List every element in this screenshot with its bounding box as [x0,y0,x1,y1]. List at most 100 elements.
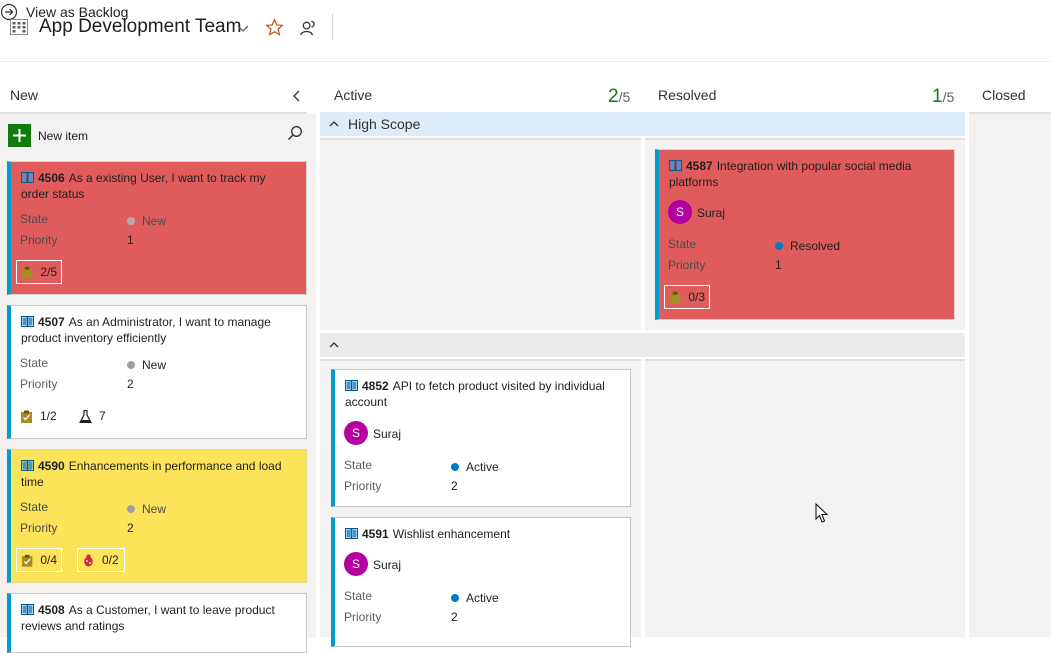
column-header-closed: Closed [969,62,1051,114]
work-item-card-4506[interactable]: 4506 As a existing User, I want to track … [7,161,307,295]
work-item-card-4507[interactable]: 4507 As an Administrator, I want to manag… [7,305,307,439]
card-title[interactable]: 4852 API to fetch product visited by indi… [345,378,620,410]
card-title[interactable]: 4507 As an Administrator, I want to manag… [21,314,296,346]
card-title[interactable]: 4591 Wishlist enhancement [345,526,620,542]
column-title-new: New [10,87,39,103]
search-icon[interactable] [287,125,303,141]
swimlane-header-default[interactable] [320,333,965,357]
work-item-card-4590[interactable]: 4590 Enhancements in performance and load… [7,449,307,583]
column-wip-count-active: 2/5 [608,86,630,108]
card-title[interactable]: 4506 As a existing User, I want to track … [21,170,296,202]
chevron-up-icon[interactable] [328,339,340,351]
state-value[interactable]: New [127,502,166,516]
bugs-count: 0/2 [102,553,119,567]
header-divider [332,14,333,40]
user-story-icon [21,316,34,327]
avatar[interactable]: S [668,200,692,224]
bugs-badge[interactable]: 0/2 [77,548,125,572]
user-story-icon [345,528,358,539]
collapse-column-icon[interactable] [290,89,304,103]
board-header: App Development Team View as Backlog [0,0,1051,62]
work-item-title: Wishlist enhancement [392,527,511,541]
cell-active-high-scope [320,138,641,330]
state-label: State [668,237,697,251]
task-checklist-icon [21,410,32,423]
state-value[interactable]: Active [451,460,499,474]
state-label: State [20,500,49,514]
cell-resolved-default [645,359,965,637]
state-text: New [142,502,167,516]
new-item-button[interactable]: New item [8,123,95,148]
priority-label: Priority [344,479,382,493]
avatar[interactable]: S [344,421,368,445]
chevron-down-icon[interactable] [236,21,250,35]
priority-label: Priority [20,521,58,535]
priority-label: Priority [20,377,58,391]
work-item-card-4508[interactable]: 4508 As a Customer, I want to leave produ… [7,593,307,653]
swimlane-title: High Scope [348,116,421,132]
state-value[interactable]: Resolved [775,239,840,253]
work-item-card-4587[interactable]: 4587 Integration with popular social medi… [655,149,955,320]
work-item-id: 4507 [38,315,65,329]
priority-label: Priority [344,610,382,624]
tasks-badge[interactable]: 0/3 [664,285,710,309]
tasks-count: 2/5 [40,265,57,279]
priority-value[interactable]: 2 [127,377,134,391]
card-title[interactable]: 4590 Enhancements in performance and load… [21,458,296,490]
tasks-badge[interactable]: 2/5 [16,260,62,284]
state-label: State [344,589,373,603]
mouse-cursor-icon [815,503,829,523]
card-title[interactable]: 4508 As a Customer, I want to leave produ… [21,602,296,634]
assignee-name[interactable]: Suraj [373,427,401,441]
assignee-name[interactable]: Suraj [697,206,725,220]
tasks-count: 0/3 [688,290,705,304]
state-dot [451,463,459,471]
state-dot [127,217,135,225]
column-closed-body [969,114,1051,637]
state-value[interactable]: New [127,358,166,372]
team-title[interactable]: App Development Team [39,16,241,38]
priority-label: Priority [20,233,58,247]
avatar[interactable]: S [344,552,368,576]
state-dot [451,594,459,602]
tasks-badge[interactable]: 1/2 [16,404,61,428]
team-members-icon[interactable] [299,18,318,37]
priority-value[interactable]: 2 [127,521,134,535]
priority-value[interactable]: 1 [127,233,134,247]
favorite-star-icon[interactable] [265,18,284,37]
tasks-badge[interactable]: 0/4 [16,548,62,572]
work-item-card-4591[interactable]: 4591 Wishlist enhancement S Suraj State A… [331,517,631,647]
priority-value[interactable]: 2 [451,479,458,493]
tasks-count: 0/4 [40,553,57,567]
column-header-resolved: Resolved 1/5 [645,62,965,114]
chevron-up-icon[interactable] [328,118,340,130]
state-dot [127,505,135,513]
work-item-id: 4587 [686,159,713,173]
state-value[interactable]: New [127,214,166,228]
user-story-icon [21,604,34,615]
work-item-id: 4591 [362,527,389,541]
column-title-resolved: Resolved [658,87,717,103]
wip-limit: /5 [942,89,955,105]
swimlane-header-high-scope[interactable]: High Scope [320,112,965,136]
priority-value[interactable]: 2 [451,610,458,624]
work-item-id: 4590 [38,459,65,473]
card-title[interactable]: 4587 Integration with popular social medi… [669,158,944,190]
work-item-id: 4508 [38,603,65,617]
task-checklist-icon [21,554,33,567]
state-text: Active [466,460,499,474]
user-story-icon [345,380,358,391]
user-story-icon [669,160,682,171]
state-label: State [20,212,49,226]
plus-icon [8,124,31,147]
task-checklist-icon [669,291,681,304]
assignee-name[interactable]: Suraj [373,558,401,572]
work-item-id: 4506 [38,171,65,185]
work-item-card-4852[interactable]: 4852 API to fetch product visited by indi… [331,369,631,507]
tests-badge[interactable]: 7 [75,404,110,428]
priority-value[interactable]: 1 [775,258,782,272]
state-value[interactable]: Active [451,591,499,605]
state-dot [127,361,135,369]
state-label: State [344,458,373,472]
column-title-active: Active [334,87,373,103]
